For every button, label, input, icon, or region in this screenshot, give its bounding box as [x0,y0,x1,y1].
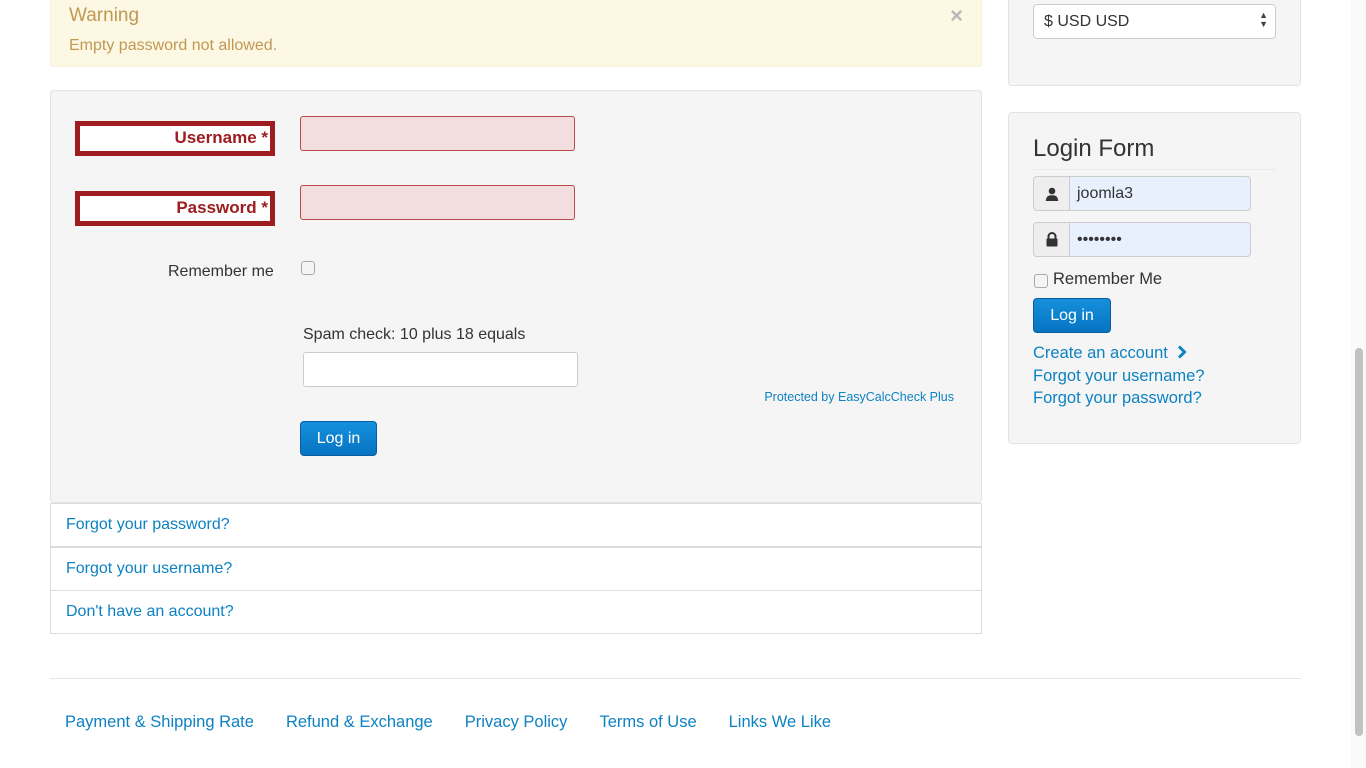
password-label: Password * [75,191,275,226]
spam-check-label: Spam check: 10 plus 18 equals [303,326,526,343]
currency-select[interactable]: $ USD USD ▲ ▼ [1033,4,1276,39]
sidebar-forgot-password-link[interactable]: Forgot your password? [1033,389,1202,407]
create-account-link[interactable]: Create an account [1033,344,1168,362]
protected-by-link[interactable]: Protected by EasyCalcCheck Plus [764,390,954,404]
login-module: Login Form joomla3 •••••••• Remember Me … [1008,112,1301,444]
login-form-panel: Username * Password * Remember me Spam c… [50,90,982,503]
footer-link-links-we-like[interactable]: Links We Like [729,713,831,732]
footer-link-refund-exchange[interactable]: Refund & Exchange [286,713,433,732]
select-arrows-icon: ▲ ▼ [1259,10,1268,29]
list-item: Forgot your username? [50,547,982,591]
password-field[interactable] [300,185,575,220]
forgot-username-link[interactable]: Forgot your username? [66,560,232,577]
scrollbar-thumb[interactable] [1355,348,1363,736]
chevron-right-icon [1177,343,1188,365]
footer-link-payment-shipping[interactable]: Payment & Shipping Rate [65,713,254,732]
module-title: Login Form [1033,135,1276,170]
username-field[interactable] [300,116,575,151]
remember-me-checkbox[interactable] [301,261,315,275]
alert-message: Empty password not allowed. [69,37,278,54]
footer-link-terms-of-use[interactable]: Terms of Use [599,713,696,732]
footer-divider [50,678,1301,679]
sidebar-username-input[interactable]: joomla3 [1069,176,1251,211]
list-item: Forgot your password? [50,503,982,547]
sidebar-forgot-username-link[interactable]: Forgot your username? [1033,367,1205,385]
sidebar-password-input[interactable]: •••••••• [1069,222,1251,257]
spam-check-input[interactable] [303,352,578,387]
register-link[interactable]: Don't have an account? [66,603,234,620]
user-icon [1033,176,1070,211]
close-icon[interactable]: × [950,5,963,27]
remember-me-label: Remember me [168,263,274,280]
forgot-password-link[interactable]: Forgot your password? [66,516,230,533]
lock-icon [1033,222,1070,257]
footer-nav: Payment & Shipping Rate Refund & Exchang… [65,713,831,732]
login-button[interactable]: Log in [300,421,377,456]
currency-module: $ USD USD ▲ ▼ [1008,0,1301,86]
sidebar-login-button[interactable]: Log in [1033,298,1111,333]
warning-alert: Warning Empty password not allowed. × [50,0,982,67]
username-input-group: joomla3 [1033,176,1252,211]
sidebar-remember-label: Remember Me [1053,270,1163,288]
alert-heading: Warning [69,5,140,26]
sidebar-remember-checkbox[interactable] [1034,274,1048,288]
footer-link-privacy-policy[interactable]: Privacy Policy [465,713,568,732]
sidebar-links: Create an account Forgot your username? … [1033,342,1205,409]
list-item: Don't have an account? [50,590,982,634]
username-label: Username * [75,121,275,156]
password-input-group: •••••••• [1033,222,1252,257]
currency-selected-value: $ USD USD [1044,13,1130,30]
